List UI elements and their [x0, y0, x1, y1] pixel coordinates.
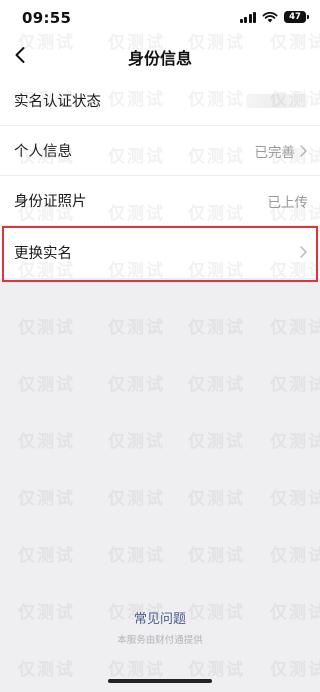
row-change-real-name[interactable]: 更换实名 — [0, 226, 320, 278]
watermark-text: 仅测试 — [188, 375, 245, 395]
battery-icon: 47 — [284, 11, 309, 23]
watermark-text: 仅测试 — [270, 489, 320, 509]
watermark-text: 仅测试 — [108, 546, 165, 566]
row-id-card-photo[interactable]: 身份证照片 已上传 — [0, 176, 320, 226]
watermark-text: 仅测试 — [108, 489, 165, 509]
battery-level: 47 — [289, 12, 301, 22]
watermark-text: 仅测试 — [270, 660, 320, 680]
home-indicator[interactable] — [108, 679, 212, 683]
row-label: 实名认证状态 — [14, 94, 101, 110]
row-label: 个人信息 — [14, 144, 72, 160]
watermark-text: 仅测试 — [270, 432, 320, 452]
nav-bar: 身份信息 — [0, 36, 320, 76]
watermark-text: 仅测试 — [108, 375, 165, 395]
watermark-text: 仅测试 — [18, 660, 75, 680]
watermark-text: 仅测试 — [108, 432, 165, 452]
status-icons: 47 — [239, 11, 309, 23]
watermark-text: 仅测试 — [270, 375, 320, 395]
chevron-right-icon — [300, 246, 307, 258]
page-title: 身份信息 — [127, 49, 192, 68]
identity-info-list: 实名认证状态 个人信息 已完善 身份证照片 已上传 更换实名 — [0, 76, 320, 278]
watermark-text: 仅测试 — [188, 489, 245, 509]
row-personal-info[interactable]: 个人信息 已完善 — [0, 126, 320, 176]
watermark-text: 仅测试 — [188, 318, 245, 338]
watermark-text: 仅测试 — [18, 432, 75, 452]
row-verification-status[interactable]: 实名认证状态 — [0, 76, 320, 126]
watermark-text: 仅测试 — [188, 432, 245, 452]
provider-note: 本服务由财付通提供 — [117, 635, 203, 646]
wifi-icon — [262, 12, 278, 23]
row-value: 已上传 — [267, 194, 309, 211]
status-time: 09:55 — [22, 9, 72, 27]
watermark-text: 仅测试 — [188, 660, 245, 680]
faq-link[interactable]: 常见问题 — [0, 608, 320, 627]
watermark-text: 仅测试 — [18, 318, 75, 338]
signal-icon — [239, 11, 256, 23]
watermark-text: 仅测试 — [188, 546, 245, 566]
obscured-value — [246, 93, 308, 108]
watermark-text: 仅测试 — [108, 660, 165, 680]
status-bar: 09:55 47 — [0, 0, 320, 36]
watermark-text: 仅测试 — [18, 489, 75, 509]
watermark-text: 仅测试 — [108, 318, 165, 338]
row-label: 身份证照片 — [14, 194, 87, 210]
row-label: 更换实名 — [14, 245, 72, 262]
watermark-text: 仅测试 — [18, 546, 75, 566]
chevron-right-icon — [300, 144, 307, 157]
watermark-text: 仅测试 — [18, 375, 75, 395]
row-value: 已完善 — [254, 144, 296, 161]
watermark-text: 仅测试 — [270, 318, 320, 338]
watermark-text: 仅测试 — [270, 546, 320, 566]
